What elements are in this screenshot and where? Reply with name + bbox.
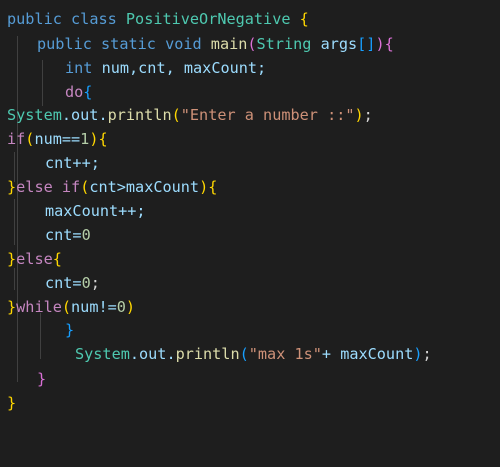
keyword: class <box>71 10 117 28</box>
paren: ) <box>125 298 136 316</box>
string-literal: "max 1s" <box>248 345 322 363</box>
field-ref: .out. <box>129 345 176 363</box>
type-name: String <box>256 35 312 53</box>
code-line-14: } <box>65 319 74 342</box>
number-literal: 0 <box>116 298 126 316</box>
code-line-5: System.out.println("Enter a number ::"); <box>7 104 373 127</box>
paren: ( <box>171 106 181 124</box>
paren: ( <box>61 298 72 316</box>
code-line-4: do{ <box>65 81 92 104</box>
keyword: if <box>61 178 81 196</box>
semicolon: ; <box>90 274 100 292</box>
param-name: args <box>320 35 358 53</box>
expression: + maxCount <box>321 345 414 363</box>
code-line-3: int num,cnt, maxCount; <box>65 57 266 80</box>
paren: ) <box>375 35 385 53</box>
class-ref: System <box>7 106 62 124</box>
semicolon: ; <box>363 106 373 124</box>
keyword: do <box>65 83 84 101</box>
brace: } <box>7 298 17 316</box>
indent-guide <box>17 36 18 382</box>
brace: { <box>384 35 394 53</box>
class-ref: System <box>75 345 130 363</box>
code-line-16: } <box>37 368 46 391</box>
code-line-12: cnt=0; <box>45 272 100 295</box>
code-line-1: public class PositiveOrNegative { <box>7 8 309 31</box>
keyword: int <box>65 59 93 77</box>
brackets: [] <box>357 35 376 53</box>
class-name: PositiveOrNegative <box>125 10 291 28</box>
code-line-13: }while(num!=0) <box>7 296 135 319</box>
paren: ) <box>413 345 423 363</box>
keyword: public <box>7 10 62 28</box>
brace: } <box>7 250 17 268</box>
paren: ( <box>247 35 257 53</box>
condition: num!= <box>71 298 117 316</box>
brace: { <box>52 250 62 268</box>
condition: cnt>maxCount <box>89 178 200 196</box>
keyword: else <box>16 178 53 196</box>
keyword: static <box>101 35 156 53</box>
semicolon: ; <box>422 345 432 363</box>
brace: { <box>299 10 309 28</box>
brace: } <box>7 178 17 196</box>
keyword: while <box>16 298 62 316</box>
brace: { <box>208 178 218 196</box>
condition: num== <box>34 130 81 148</box>
code-line-9: maxCount++; <box>45 200 146 223</box>
method-name: main <box>210 35 248 53</box>
method-name: println <box>107 106 172 124</box>
keyword: else <box>16 250 53 268</box>
code-editor[interactable]: public class PositiveOrNegative { public… <box>0 0 500 467</box>
code-line-2: public static void main(String args[]){ <box>37 33 394 56</box>
statement: cnt++; <box>45 154 100 172</box>
string-literal: "Enter a number ::" <box>180 106 355 124</box>
indent-guide <box>40 313 41 359</box>
code-line-11: }else{ <box>7 248 62 271</box>
method-name: println <box>175 345 240 363</box>
code-line-15: System.out.println("max 1s"+ maxCount); <box>75 343 432 366</box>
statement: cnt= <box>45 226 82 244</box>
brace: } <box>7 394 17 412</box>
brace: { <box>98 130 108 148</box>
brace: } <box>37 370 47 388</box>
number-literal: 1 <box>80 130 90 148</box>
statement: cnt= <box>45 274 82 292</box>
keyword: if <box>7 130 26 148</box>
field-ref: .out. <box>61 106 108 124</box>
number-literal: 0 <box>81 226 91 244</box>
keyword: public <box>37 35 92 53</box>
paren: ) <box>199 178 209 196</box>
paren: ( <box>80 178 90 196</box>
statement: maxCount++; <box>45 202 146 220</box>
variable-decl: num,cnt, maxCount; <box>101 59 267 77</box>
indent-guide <box>42 60 43 106</box>
code-line-17: } <box>7 392 16 415</box>
number-literal: 0 <box>81 274 91 292</box>
brace: { <box>83 83 93 101</box>
brace: } <box>65 321 75 339</box>
code-line-6: if(num==1){ <box>7 128 108 151</box>
code-line-8: }else if(cnt>maxCount){ <box>7 176 217 199</box>
paren: ) <box>354 106 364 124</box>
code-line-10: cnt=0 <box>45 224 91 247</box>
paren: ( <box>239 345 249 363</box>
keyword: void <box>165 35 202 53</box>
indent-guide <box>14 268 15 290</box>
code-line-7: cnt++; <box>45 152 100 175</box>
indent-guide <box>14 199 15 245</box>
